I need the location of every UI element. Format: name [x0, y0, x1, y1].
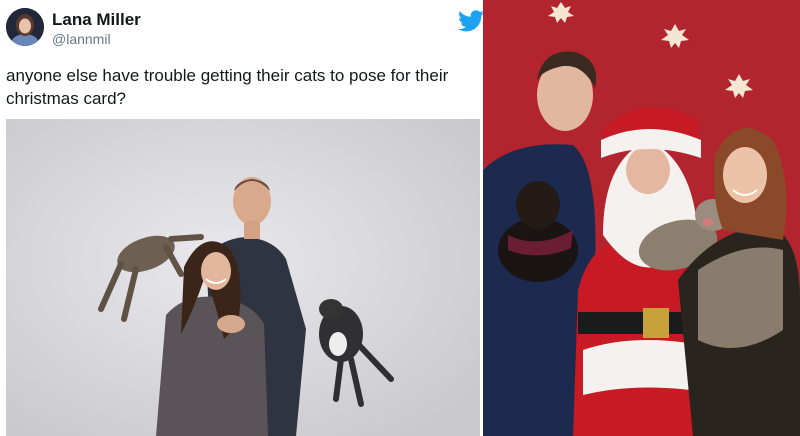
tweet-card: Lana Miller @lannmil anyone else have tr…	[0, 0, 484, 436]
twitter-bird-icon	[458, 10, 484, 32]
avatar[interactable]	[6, 8, 44, 46]
santa-photo[interactable]	[483, 0, 800, 436]
author-handle[interactable]: @lannmil	[52, 31, 111, 47]
author-name[interactable]: Lana Miller	[52, 10, 141, 30]
tweet-text: anyone else have trouble getting their c…	[6, 66, 449, 108]
tweet-photo[interactable]	[6, 119, 480, 436]
